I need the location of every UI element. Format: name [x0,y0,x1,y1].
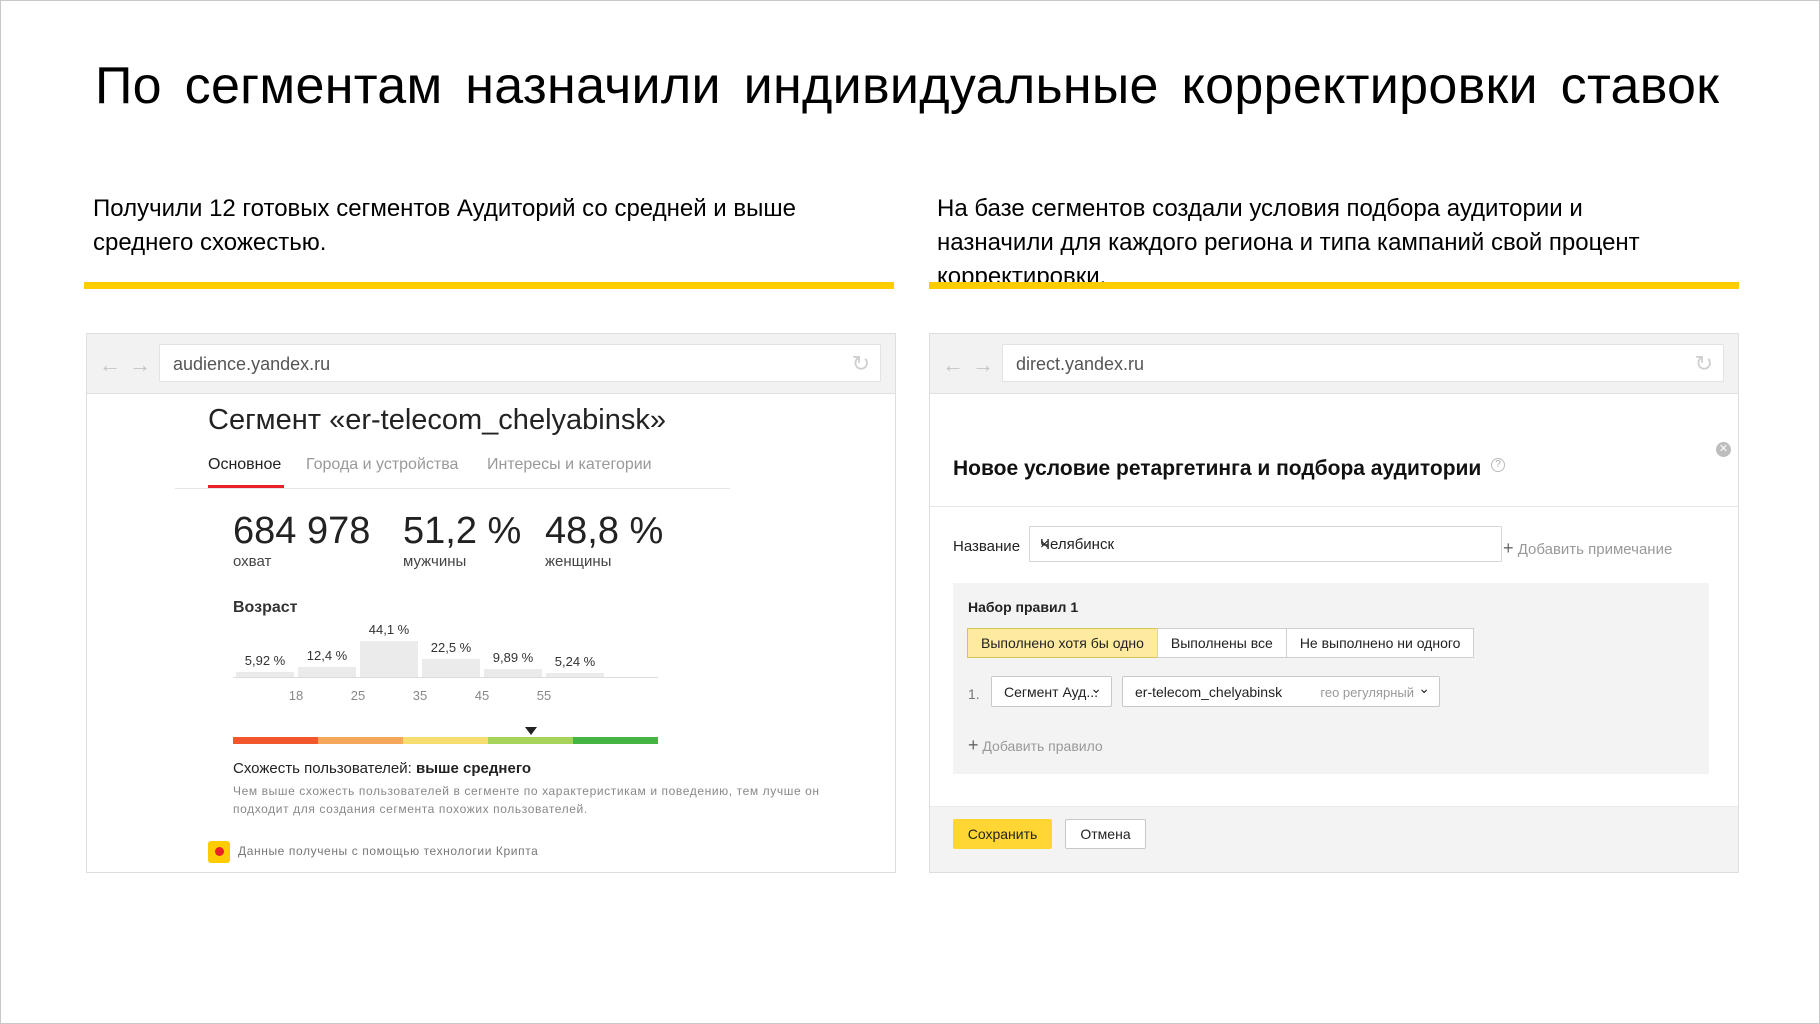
age-bar-label: 12,4 % [306,647,348,663]
women-value: 48,8 % [545,510,664,552]
age-tick-label: 18 [288,688,304,703]
age-bar [422,658,480,677]
radio-none[interactable]: Не выполнено ни одного [1285,628,1475,658]
similarity-scale-segment [573,737,658,744]
slide-title: По сегментам назначили индивидуальные ко… [95,57,1720,115]
rule-segment-select[interactable]: er-telecom_chelyabinsk гео регулярный ⌄ [1122,676,1440,707]
add-rule-label: Добавить правило [982,738,1103,754]
age-bar [298,666,356,677]
similarity-scale-segment [403,737,488,744]
name-label: Название [953,538,1021,555]
similarity-scale-segment [488,737,573,744]
age-bar [360,641,418,677]
rule-segment-value: er-telecom_chelyabinsk [1135,684,1283,700]
tab-cities-devices[interactable]: Города и устройства [306,456,458,474]
age-baseline [233,677,658,678]
address-url: direct.yandex.ru [1016,354,1145,374]
dialog-divider [930,506,1738,507]
add-note-link[interactable]: + Добавить примечание [1503,538,1672,559]
similarity-line: Схожесть пользователей: выше среднего [233,760,531,777]
similarity-description: Чем выше схожесть пользователей в сегмен… [233,784,820,816]
similarity-value: выше среднего [416,760,532,777]
close-icon[interactable]: ✕ [1716,442,1731,457]
reload-icon[interactable]: ↻ [852,351,870,377]
segment-title: Сегмент «er-telecom_chelyabinsk» [208,404,666,436]
age-tick-label: 35 [412,688,428,703]
browser-toolbar: ← → audience.yandex.ru ↻ [87,334,895,394]
plus-icon: + [968,735,979,755]
age-tick-label: 55 [536,688,552,703]
clear-icon[interactable]: × [1040,536,1491,553]
radio-any[interactable]: Выполнено хотя бы одно [967,628,1158,658]
chevron-down-icon: ⌄ [1418,680,1430,696]
name-input[interactable]: Челябинск × [1029,526,1502,562]
age-bar-label: 22,5 % [430,639,472,655]
men-value: 51,2 % [403,510,522,552]
tab-interests[interactable]: Интересы и категории [487,456,652,474]
rule-segment-sub: гео регулярный [1320,685,1414,700]
cancel-button[interactable]: Отмена [1065,819,1146,849]
similarity-scale-segment [233,737,318,744]
radio-all[interactable]: Выполнены все [1156,628,1287,658]
right-accent-rule [929,282,1739,289]
reload-icon[interactable]: ↻ [1695,351,1713,377]
tab-main[interactable]: Основное [208,456,281,474]
similarity-scale-segment [318,737,403,744]
right-description: На базе сегментов создали условия подбор… [937,195,1640,290]
back-arrow-icon[interactable]: ← [99,352,121,378]
forward-arrow-icon[interactable]: → [129,352,151,378]
direct-browser-window: ← → direct.yandex.ru ↻ ✕ Новое условие р… [929,333,1739,873]
age-title: Возраст [233,599,298,616]
plus-icon: + [1503,538,1514,558]
forward-arrow-icon[interactable]: → [972,352,994,378]
add-rule-link[interactable]: + Добавить правило [968,735,1103,756]
address-bar[interactable]: direct.yandex.ru ↻ [1002,344,1724,382]
chevron-down-icon: ⌄ [1090,680,1102,696]
age-bar-label: 5,24 % [554,653,596,669]
back-arrow-icon[interactable]: ← [942,352,964,378]
tabs-divider [175,488,730,489]
age-tick-label: 45 [474,688,490,703]
age-bar-label: 9,89 % [492,649,534,665]
rule-type-select[interactable]: Сегмент Ауд... ⌄ [991,676,1112,707]
similarity-marker-icon [524,727,537,735]
reach-value: 684 978 [233,510,371,552]
similarity-label: Схожесть пользователей: [233,760,412,777]
men-label: мужчины [403,553,467,570]
left-description: Получили 12 готовых сегментов Аудиторий … [93,195,796,256]
age-bar-label: 5,92 % [244,653,286,669]
ruleset-panel: Набор правил 1 Выполнено хотя бы одно Вы… [953,583,1709,774]
browser-toolbar: ← → direct.yandex.ru ↻ [930,334,1738,394]
add-note-label: Добавить примечание [1517,541,1673,558]
rule-match-radio-group: Выполнено хотя бы одно Выполнены все Не … [967,628,1475,658]
women-label: женщины [545,553,612,570]
reach-label: охват [233,553,272,570]
audience-browser-window: ← → audience.yandex.ru ↻ Сегмент «er-tel… [86,333,896,873]
dialog-title: Новое условие ретаргетинга и подбора ауд… [953,457,1482,480]
age-bar-label: 44,1 % [368,622,410,637]
address-url: audience.yandex.ru [173,354,331,374]
save-button[interactable]: Сохранить [953,819,1052,849]
age-bar [484,668,542,677]
ruleset-title: Набор правил 1 [968,599,1079,615]
crypta-note: Данные получены с помощью технологии Кри… [238,844,539,858]
dialog-footer: Сохранить Отмена [930,806,1738,872]
left-accent-rule [84,282,894,289]
rule-type-value: Сегмент Ауд... [1004,684,1099,700]
help-icon[interactable]: ? [1491,458,1505,472]
address-bar[interactable]: audience.yandex.ru ↻ [159,344,881,382]
rule-number: 1. [968,686,980,702]
crypta-logo-icon [208,841,230,863]
age-tick-label: 25 [350,688,366,703]
